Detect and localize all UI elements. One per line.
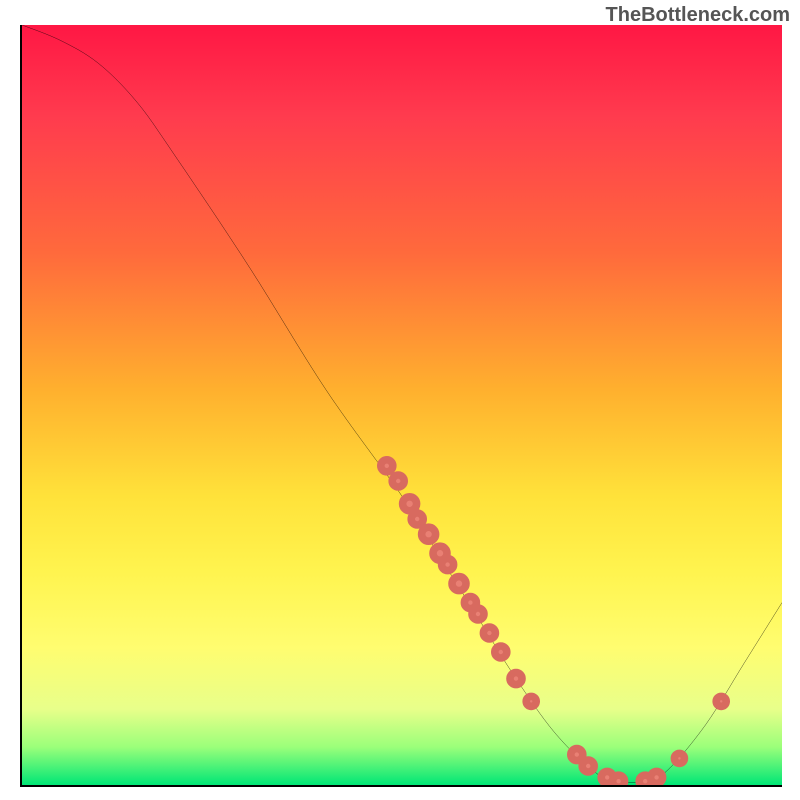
data-point <box>452 577 466 591</box>
watermark-text: TheBottleneck.com <box>606 4 790 27</box>
data-point <box>483 627 495 639</box>
data-points <box>381 460 726 785</box>
data-point <box>403 497 417 511</box>
chart-container: TheBottleneck.com <box>0 0 800 800</box>
data-point <box>411 513 423 525</box>
chart-svg <box>22 25 782 785</box>
data-point <box>674 753 684 763</box>
bottleneck-curve <box>22 25 782 783</box>
data-point <box>613 775 625 785</box>
data-point <box>651 771 663 783</box>
data-point <box>422 527 436 541</box>
data-point <box>526 696 536 706</box>
data-point <box>442 559 454 571</box>
data-point <box>582 760 594 772</box>
data-point <box>571 749 583 761</box>
data-point <box>392 475 404 487</box>
data-point <box>381 460 393 472</box>
data-point <box>716 696 726 706</box>
data-point <box>495 646 507 658</box>
data-point <box>472 608 484 620</box>
plot-area <box>20 25 782 787</box>
data-point <box>510 673 522 685</box>
